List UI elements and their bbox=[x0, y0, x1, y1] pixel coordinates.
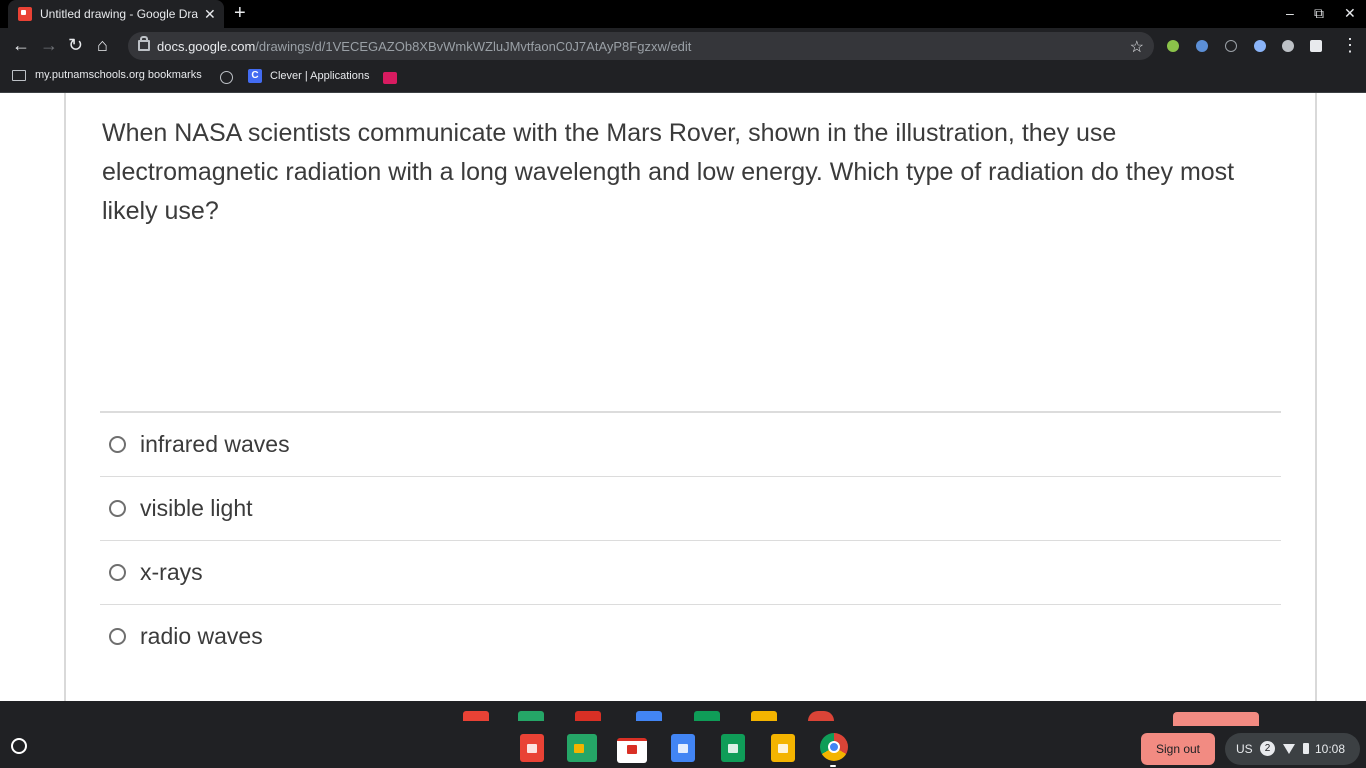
extension-feather-icon[interactable] bbox=[1254, 40, 1266, 52]
drawings-app-icon[interactable] bbox=[520, 734, 544, 762]
bookmark-globe[interactable] bbox=[220, 71, 233, 84]
keyboard-layout-label: US bbox=[1236, 742, 1253, 756]
docs-app-icon[interactable] bbox=[671, 734, 695, 762]
answer-option-x-rays[interactable]: x-rays bbox=[100, 540, 1281, 604]
sheets-glyph-icon bbox=[728, 744, 738, 753]
drawings-peek-icon bbox=[463, 711, 489, 721]
tab-strip: Untitled drawing - Google Drawi ✕ + – ⧉ … bbox=[0, 0, 1366, 28]
classroom-peek-icon bbox=[518, 711, 544, 721]
chrome-peek-icon bbox=[808, 711, 834, 721]
answer-label[interactable]: x-rays bbox=[140, 559, 203, 586]
sign-out-button[interactable]: Sign out bbox=[1141, 733, 1215, 765]
gmail-peek-icon bbox=[575, 711, 601, 721]
tab-close-icon[interactable]: ✕ bbox=[204, 6, 216, 23]
google-drawings-favicon-icon bbox=[18, 7, 32, 21]
page-content: When NASA scientists communicate with th… bbox=[0, 93, 1366, 701]
answer-option-radio-waves[interactable]: radio waves bbox=[100, 604, 1281, 668]
radio-button[interactable] bbox=[109, 628, 126, 645]
globe-icon bbox=[220, 71, 233, 84]
close-window-button[interactable]: ✕ bbox=[1344, 6, 1356, 20]
docs-peek-icon bbox=[636, 711, 662, 721]
chrome-app-icon[interactable] bbox=[820, 733, 848, 761]
sheets-peek-icon bbox=[694, 711, 720, 721]
answer-option-infrared-waves[interactable]: infrared waves bbox=[100, 411, 1281, 476]
drawings-glyph-icon bbox=[527, 744, 537, 753]
minimize-window-button[interactable]: – bbox=[1286, 6, 1294, 20]
bookmark-folder-putnamschools[interactable]: my.putnamschools.org bookmarks bbox=[12, 69, 202, 81]
notification-count-badge: 2 bbox=[1260, 741, 1275, 756]
maximize-window-button[interactable]: ⧉ bbox=[1314, 6, 1324, 20]
new-tab-button[interactable]: + bbox=[234, 3, 246, 23]
slides-glyph-icon bbox=[778, 744, 788, 753]
answer-label[interactable]: infrared waves bbox=[140, 431, 290, 458]
forward-button[interactable]: → bbox=[40, 36, 58, 54]
lock-icon[interactable] bbox=[138, 36, 150, 51]
clock-time: 10:08 bbox=[1315, 742, 1346, 756]
gmail-app-icon[interactable] bbox=[617, 738, 647, 763]
launcher-icon[interactable] bbox=[11, 738, 27, 754]
back-button[interactable]: ← bbox=[12, 36, 30, 54]
bookmark-clever[interactable]: C Clever | Applications bbox=[248, 69, 369, 83]
bookmark-star-icon[interactable]: ☆ bbox=[1130, 37, 1144, 57]
browser-toolbar: ← → ↻ ⌂ docs.google.com/drawings/d/1VECE… bbox=[0, 28, 1366, 64]
extension-gear-icon[interactable] bbox=[1282, 40, 1294, 52]
classroom-glyph-icon bbox=[574, 744, 584, 753]
browser-menu-button[interactable]: ⋮ bbox=[1341, 36, 1359, 54]
status-tray[interactable]: US 2 10:08 bbox=[1225, 733, 1360, 765]
docs-glyph-icon bbox=[678, 744, 688, 753]
url-path: /drawings/d/1VECEGAZOb8XBvWmkWZluJMvtfao… bbox=[255, 39, 692, 54]
answer-label[interactable]: visible light bbox=[140, 495, 253, 522]
extension-speech-icon[interactable] bbox=[1225, 40, 1237, 52]
extensions-puzzle-icon[interactable] bbox=[1310, 40, 1322, 52]
quiz-card: When NASA scientists communicate with th… bbox=[64, 93, 1317, 701]
folder-icon bbox=[12, 69, 26, 81]
bookmark-label: Clever | Applications bbox=[270, 70, 370, 82]
reload-button[interactable]: ↻ bbox=[68, 36, 83, 54]
bookmarks-bar: my.putnamschools.org bookmarks C Clever … bbox=[0, 64, 1366, 93]
gmail-glyph-icon bbox=[627, 745, 637, 754]
tab-title: Untitled drawing - Google Drawi bbox=[40, 7, 198, 21]
url-text[interactable]: docs.google.com/drawings/d/1VECEGAZOb8XB… bbox=[157, 39, 691, 54]
sheets-app-icon[interactable] bbox=[721, 734, 745, 762]
sign-out-peek bbox=[1173, 712, 1259, 726]
chrome-center-icon bbox=[828, 741, 840, 753]
clever-icon: C bbox=[248, 69, 262, 83]
slides-app-icon[interactable] bbox=[771, 734, 795, 762]
chromeos-shelf: Sign out US 2 10:08 bbox=[0, 701, 1366, 768]
radio-button[interactable] bbox=[109, 436, 126, 453]
app-icon bbox=[383, 72, 397, 84]
question-text: When NASA scientists communicate with th… bbox=[102, 119, 1235, 225]
answer-list: infrared waves visible light x-rays radi… bbox=[100, 411, 1281, 668]
extension-shield-blue-icon[interactable] bbox=[1196, 40, 1208, 52]
radio-button[interactable] bbox=[109, 564, 126, 581]
bookmark-label: my.putnamschools.org bookmarks bbox=[35, 69, 202, 81]
running-indicator bbox=[830, 765, 836, 767]
bookmark-app[interactable] bbox=[383, 72, 397, 84]
slides-peek-icon bbox=[751, 711, 777, 721]
classroom-app-icon[interactable] bbox=[567, 734, 597, 762]
battery-icon bbox=[1303, 743, 1309, 754]
extension-shield-green-icon[interactable] bbox=[1167, 40, 1179, 52]
answer-option-visible-light[interactable]: visible light bbox=[100, 476, 1281, 540]
home-button[interactable]: ⌂ bbox=[97, 36, 108, 54]
url-host: docs.google.com bbox=[157, 39, 256, 54]
browser-tab[interactable]: Untitled drawing - Google Drawi ✕ bbox=[8, 0, 224, 28]
wifi-icon bbox=[1283, 744, 1295, 754]
address-bar[interactable]: docs.google.com/drawings/d/1VECEGAZOb8XB… bbox=[128, 32, 1154, 60]
answer-label[interactable]: radio waves bbox=[140, 623, 263, 650]
radio-button[interactable] bbox=[109, 500, 126, 517]
